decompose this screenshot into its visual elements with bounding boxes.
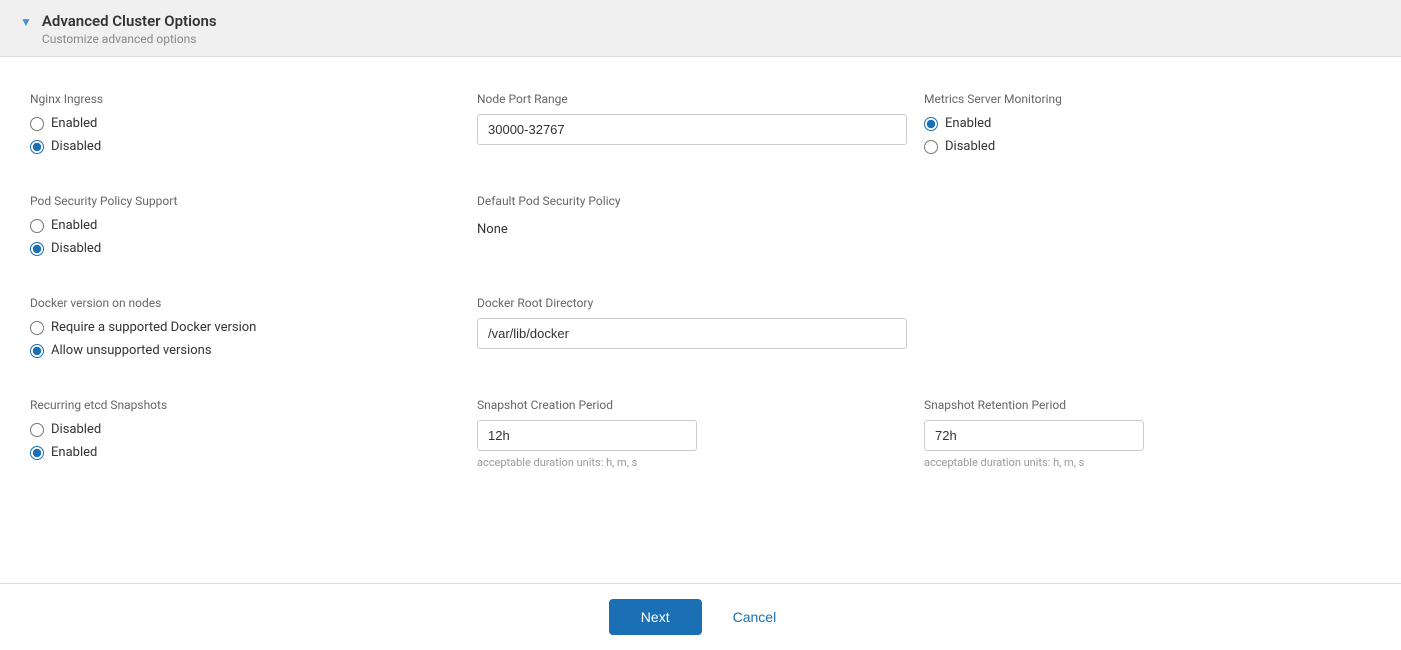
panel-content: Nginx Ingress Enabled Disabled Node Port… xyxy=(0,57,1401,583)
docker-supported-radio-label: Require a supported Docker version xyxy=(51,320,256,335)
snapshot-creation-input[interactable] xyxy=(477,420,697,451)
docker-unsupported-radio-label: Allow unsupported versions xyxy=(51,343,212,358)
psp-enabled-option[interactable]: Enabled xyxy=(30,218,477,233)
snapshot-retention-hint: acceptable duration units: h, m, s xyxy=(924,456,1371,469)
psp-enabled-radio[interactable] xyxy=(30,219,44,233)
metrics-enabled-radio[interactable] xyxy=(924,117,938,131)
nginx-disabled-radio-label: Disabled xyxy=(51,139,101,154)
panel-header: ▼ Advanced Cluster Options Customize adv… xyxy=(0,0,1401,57)
docker-root-input[interactable] xyxy=(477,318,907,349)
node-port-range-input[interactable] xyxy=(477,114,907,145)
etcd-disabled-radio-label: Disabled xyxy=(51,422,101,437)
metrics-disabled-option[interactable]: Disabled xyxy=(924,139,1371,154)
snapshot-retention-section: Snapshot Retention Period acceptable dur… xyxy=(924,388,1371,489)
etcd-enabled-radio[interactable] xyxy=(30,446,44,460)
node-port-range-section: Node Port Range xyxy=(477,82,924,174)
docker-unsupported-option[interactable]: Allow unsupported versions xyxy=(30,343,477,358)
row-3-col3-empty xyxy=(924,286,1371,378)
etcd-disabled-radio[interactable] xyxy=(30,423,44,437)
nginx-enabled-radio[interactable] xyxy=(30,117,44,131)
row-3: Docker version on nodes Require a suppor… xyxy=(30,281,1371,383)
metrics-server-section: Metrics Server Monitoring Enabled Disabl… xyxy=(924,82,1371,174)
psp-radio-group: Enabled Disabled xyxy=(30,218,477,256)
etcd-radio-group: Disabled Enabled xyxy=(30,422,477,460)
etcd-disabled-option[interactable]: Disabled xyxy=(30,422,477,437)
docker-root-section: Docker Root Directory xyxy=(477,286,924,378)
etcd-enabled-radio-label: Enabled xyxy=(51,445,97,460)
snapshot-creation-hint: acceptable duration units: h, m, s xyxy=(477,456,924,469)
snapshot-retention-label: Snapshot Retention Period xyxy=(924,398,1371,412)
docker-unsupported-radio[interactable] xyxy=(30,344,44,358)
snapshot-retention-input[interactable] xyxy=(924,420,1144,451)
chevron-down-icon: ▼ xyxy=(20,15,32,29)
snapshot-creation-section: Snapshot Creation Period acceptable dura… xyxy=(477,388,924,489)
panel-footer: Next Cancel xyxy=(0,583,1401,650)
next-button[interactable]: Next xyxy=(609,599,702,635)
panel-title-group: Advanced Cluster Options Customize advan… xyxy=(42,12,217,46)
pod-security-policy-label: Pod Security Policy Support xyxy=(30,194,477,208)
nginx-enabled-radio-label: Enabled xyxy=(51,116,97,131)
nginx-ingress-section: Nginx Ingress Enabled Disabled xyxy=(30,82,477,174)
docker-version-radio-group: Require a supported Docker version Allow… xyxy=(30,320,477,358)
page-wrapper: ▼ Advanced Cluster Options Customize adv… xyxy=(0,0,1401,650)
nginx-disabled-radio[interactable] xyxy=(30,140,44,154)
recurring-etcd-label: Recurring etcd Snapshots xyxy=(30,398,477,412)
snapshot-creation-label: Snapshot Creation Period xyxy=(477,398,924,412)
docker-supported-radio[interactable] xyxy=(30,321,44,335)
row-2: Pod Security Policy Support Enabled Disa… xyxy=(30,179,1371,281)
metrics-server-radio-group: Enabled Disabled xyxy=(924,116,1371,154)
metrics-disabled-radio-label: Disabled xyxy=(945,139,995,154)
metrics-server-label: Metrics Server Monitoring xyxy=(924,92,1371,106)
pod-security-policy-section: Pod Security Policy Support Enabled Disa… xyxy=(30,184,477,276)
nginx-ingress-radio-group: Enabled Disabled xyxy=(30,116,477,154)
panel-title: Advanced Cluster Options xyxy=(42,12,217,30)
default-pod-security-section: Default Pod Security Policy None xyxy=(477,184,924,276)
nginx-enabled-option[interactable]: Enabled xyxy=(30,116,477,131)
docker-supported-option[interactable]: Require a supported Docker version xyxy=(30,320,477,335)
docker-root-label: Docker Root Directory xyxy=(477,296,924,310)
metrics-disabled-radio[interactable] xyxy=(924,140,938,154)
docker-version-section: Docker version on nodes Require a suppor… xyxy=(30,286,477,378)
psp-enabled-radio-label: Enabled xyxy=(51,218,97,233)
psp-disabled-radio-label: Disabled xyxy=(51,241,101,256)
psp-disabled-radio[interactable] xyxy=(30,242,44,256)
etcd-enabled-option[interactable]: Enabled xyxy=(30,445,477,460)
node-port-range-label: Node Port Range xyxy=(477,92,924,106)
metrics-enabled-radio-label: Enabled xyxy=(945,116,991,131)
default-pod-security-label: Default Pod Security Policy xyxy=(477,194,924,208)
row-1: Nginx Ingress Enabled Disabled Node Port… xyxy=(30,77,1371,179)
psp-disabled-option[interactable]: Disabled xyxy=(30,241,477,256)
cancel-button[interactable]: Cancel xyxy=(717,599,793,635)
nginx-disabled-option[interactable]: Disabled xyxy=(30,139,477,154)
panel-subtitle: Customize advanced options xyxy=(42,32,217,46)
recurring-etcd-section: Recurring etcd Snapshots Disabled Enable… xyxy=(30,388,477,489)
metrics-enabled-option[interactable]: Enabled xyxy=(924,116,1371,131)
default-pod-security-value: None xyxy=(477,216,924,243)
nginx-ingress-label: Nginx Ingress xyxy=(30,92,477,106)
docker-version-label: Docker version on nodes xyxy=(30,296,477,310)
row-2-col3-empty xyxy=(924,184,1371,276)
row-4: Recurring etcd Snapshots Disabled Enable… xyxy=(30,383,1371,494)
